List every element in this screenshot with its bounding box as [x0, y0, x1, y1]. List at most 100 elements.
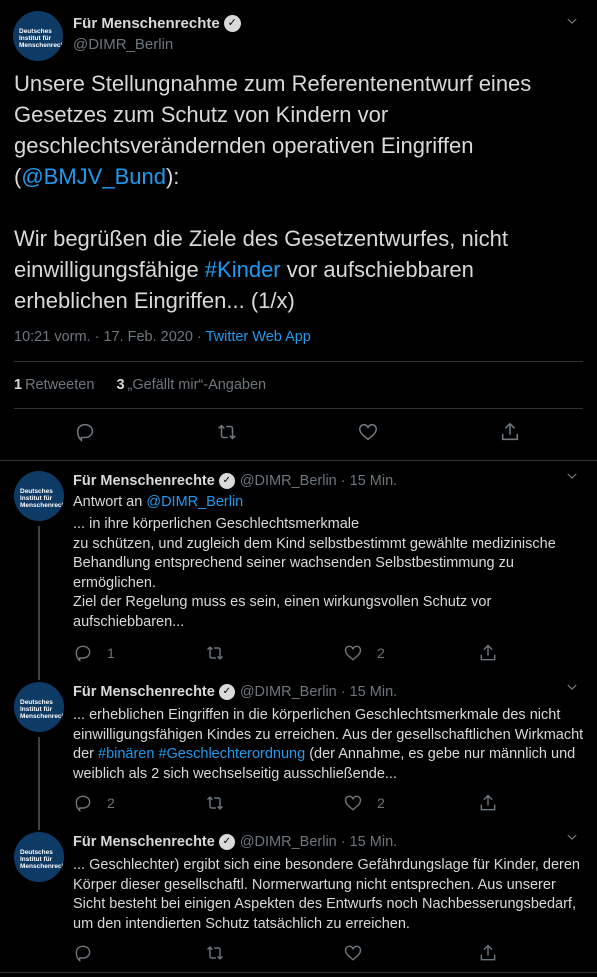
- reply-actions: 2 2: [73, 793, 513, 813]
- avatar[interactable]: Deutsches Institut für Menschenrechte: [14, 471, 64, 521]
- divider: [14, 361, 583, 362]
- retweet-button[interactable]: [205, 643, 225, 663]
- author-handle[interactable]: @DIMR_Berlin: [240, 834, 337, 850]
- heart-icon: [344, 645, 362, 661]
- like-count: 2: [377, 645, 385, 661]
- divider: [0, 972, 597, 973]
- reply-time[interactable]: · 15 Min.: [341, 473, 397, 489]
- reply-text-line: Ziel der Regelung muss es sein, einen wi…: [73, 594, 492, 630]
- reply-actions: [73, 943, 513, 963]
- tweet-text-part: ):: [165, 164, 180, 189]
- reply-icon: [75, 645, 91, 662]
- retweet-stat-label: Retweeten: [25, 377, 95, 393]
- author-name[interactable]: Für Menschenrechte: [73, 473, 215, 489]
- avatar[interactable]: Deutsches Institut für Menschenrechte: [13, 11, 63, 61]
- hashtag-link[interactable]: #Geschlechterordnung: [158, 746, 305, 762]
- retweet-icon: [206, 796, 224, 810]
- tweet-meta: 10:21 vorm. · 17. Feb. 2020 · Twitter We…: [14, 329, 311, 345]
- mention-link[interactable]: @BMJV_Bund: [21, 164, 166, 189]
- reply-to-line: Antwort an @DIMR_Berlin: [73, 493, 588, 513]
- share-button[interactable]: [478, 793, 498, 813]
- retweet-icon: [206, 946, 224, 960]
- retweet-stat[interactable]: 1 Retweeten: [14, 377, 94, 393]
- author-handle[interactable]: @DIMR_Berlin: [73, 36, 173, 53]
- retweet-icon[interactable]: [216, 421, 238, 448]
- hashtag-link[interactable]: #Kinder: [205, 257, 281, 282]
- reply-actions: 1 2: [73, 643, 513, 663]
- reply-icon[interactable]: [74, 421, 96, 448]
- reply-icon: [75, 795, 91, 812]
- retweet-count: 1: [14, 377, 23, 393]
- reply-to-mention[interactable]: @DIMR_Berlin: [146, 494, 243, 510]
- reply-tweet[interactable]: Deutsches Institut für Menschenrechte Fü…: [0, 822, 597, 977]
- share-icon: [480, 644, 496, 661]
- reply-header: Für Menschenrechte ✓ @DIMR_Berlin · 15 M…: [73, 473, 397, 489]
- like-button[interactable]: [343, 943, 363, 963]
- author-handle[interactable]: @DIMR_Berlin: [240, 684, 337, 700]
- verified-badge-icon: ✓: [218, 473, 235, 489]
- reply-text: ... in ihre körperlichen Geschlechtsmerk…: [73, 515, 588, 632]
- main-tweet: Deutsches Institut für Menschenrechte Fü…: [0, 0, 597, 461]
- share-icon: [480, 944, 496, 961]
- author-name[interactable]: Für Menschenrechte: [73, 834, 215, 850]
- author-handle[interactable]: @DIMR_Berlin: [240, 473, 337, 489]
- avatar[interactable]: Deutsches Institut für Menschenrechte: [14, 832, 64, 882]
- share-icon: [480, 794, 496, 811]
- thread-line: [38, 822, 40, 830]
- like-button[interactable]: 2: [343, 643, 385, 663]
- source-link[interactable]: Twitter Web App: [206, 329, 311, 345]
- reply-to-label: Antwort an: [73, 494, 147, 510]
- main-action-bar: [0, 421, 597, 449]
- like-stat-label: „Gefällt mir“-Angaben: [127, 377, 267, 393]
- avatar-logo-text: Deutsches Institut für Menschenrechte: [20, 849, 64, 870]
- author-name[interactable]: Für Menschenrechte: [73, 684, 215, 700]
- reply-button[interactable]: [73, 943, 107, 963]
- reply-tweet[interactable]: Deutsches Institut für Menschenrechte Fü…: [0, 462, 597, 672]
- reply-time[interactable]: · 15 Min.: [341, 684, 397, 700]
- retweet-button[interactable]: [205, 793, 225, 813]
- reply-button[interactable]: 2: [73, 793, 115, 813]
- like-count: 3: [116, 377, 125, 393]
- like-button[interactable]: 2: [343, 793, 385, 813]
- heart-icon: [344, 945, 362, 961]
- avatar-logo-text: Deutsches Institut für Menschenrechte: [20, 699, 64, 720]
- reply-button[interactable]: 1: [73, 643, 115, 663]
- reply-header: Für Menschenrechte ✓ @DIMR_Berlin · 15 M…: [73, 684, 397, 700]
- heart-icon: [344, 795, 362, 811]
- share-button[interactable]: [478, 943, 498, 963]
- author-name-row[interactable]: Für Menschenrechte ✓: [73, 15, 241, 32]
- reply-text-line: zu schützen, und zugleich dem Kind selbs…: [73, 535, 556, 591]
- verified-badge-icon: ✓: [218, 834, 235, 850]
- reply-header: Für Menschenrechte ✓ @DIMR_Berlin · 15 M…: [73, 834, 397, 850]
- tweet-text: Unsere Stellungnahme zum Referentenentwu…: [14, 68, 584, 316]
- share-button[interactable]: [478, 643, 498, 663]
- reply-text-line: ... in ihre körperlichen Geschlechtsmerk…: [73, 516, 360, 532]
- divider: [14, 408, 583, 409]
- chevron-down-icon[interactable]: [565, 680, 579, 697]
- reply-icon: [75, 945, 91, 962]
- reply-time[interactable]: · 15 Min.: [341, 834, 397, 850]
- reply-text: ... erheblichen Eingriffen in die körper…: [73, 706, 588, 784]
- chevron-down-icon[interactable]: [565, 830, 579, 847]
- avatar-logo-text: Deutsches Institut für Menschenrechte: [19, 28, 63, 49]
- verified-badge-icon: ✓: [223, 15, 241, 32]
- avatar[interactable]: Deutsches Institut für Menschenrechte: [14, 682, 64, 732]
- retweet-button[interactable]: [205, 943, 225, 963]
- reply-text: ... Geschlechter) ergibt sich eine beson…: [73, 857, 580, 932]
- timestamp[interactable]: 10:21 vorm. · 17. Feb. 2020 ·: [14, 329, 206, 345]
- reply-tweet[interactable]: Deutsches Institut für Menschenrechte Fü…: [0, 672, 597, 822]
- reply-count: 2: [107, 795, 115, 811]
- thread-line: [38, 672, 40, 680]
- chevron-down-icon[interactable]: [565, 469, 579, 486]
- author-name[interactable]: Für Menschenrechte: [73, 15, 220, 32]
- hashtag-link[interactable]: #binären: [98, 746, 154, 762]
- avatar-logo-text: Deutsches Institut für Menschenrechte: [20, 488, 64, 509]
- like-stat[interactable]: 3 „Gefällt mir“-Angaben: [116, 377, 266, 393]
- thread-line: [38, 737, 40, 822]
- heart-icon[interactable]: [357, 421, 379, 448]
- reply-count: 1: [107, 645, 115, 661]
- chevron-down-icon[interactable]: [565, 14, 579, 31]
- share-icon[interactable]: [499, 421, 521, 448]
- verified-badge-icon: ✓: [218, 684, 235, 700]
- engagement-stats: 1 Retweeten 3 „Gefällt mir“-Angaben: [14, 377, 284, 393]
